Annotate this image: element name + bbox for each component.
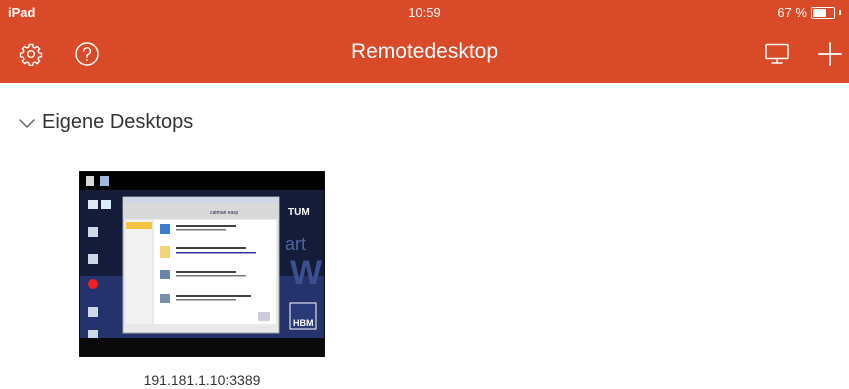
status-battery-group: 67 % — [777, 5, 841, 20]
chevron-down-icon — [19, 118, 35, 128]
battery-fill — [813, 8, 826, 17]
desktop-tile[interactable]: TUM art W HBM catman easy — [79, 171, 325, 357]
thumbnail-app-title: catman easy — [210, 210, 239, 216]
plus-icon — [818, 42, 842, 66]
page-title: Remotedesktop — [350, 40, 499, 63]
desktop-thumbnail: TUM art W HBM catman easy — [79, 171, 325, 357]
battery-tip — [839, 10, 841, 15]
svg-text:W: W — [290, 254, 323, 292]
nav-bar: Remotedesktop — [0, 24, 849, 83]
section-header-toggle[interactable]: Eigene Desktops — [18, 111, 193, 134]
thumbnail-logo: HBM — [293, 318, 314, 328]
battery-icon — [811, 6, 835, 19]
battery-percentage: 67 % — [777, 5, 807, 20]
top-bar: iPad 10:59 67 % Remotedesktop — [0, 0, 849, 83]
monitor-icon — [765, 43, 789, 64]
desktops-view-button[interactable] — [761, 38, 793, 70]
desktop-address: 191.181.1.10:3389 — [143, 372, 261, 388]
svg-text:art: art — [285, 234, 306, 254]
thumbnail-brand: TUM — [288, 207, 310, 218]
add-button[interactable] — [814, 38, 846, 70]
status-time: 10:59 — [408, 5, 441, 20]
status-bar: iPad 10:59 67 % — [0, 0, 849, 24]
section-title: Eigene Desktops — [42, 111, 194, 133]
